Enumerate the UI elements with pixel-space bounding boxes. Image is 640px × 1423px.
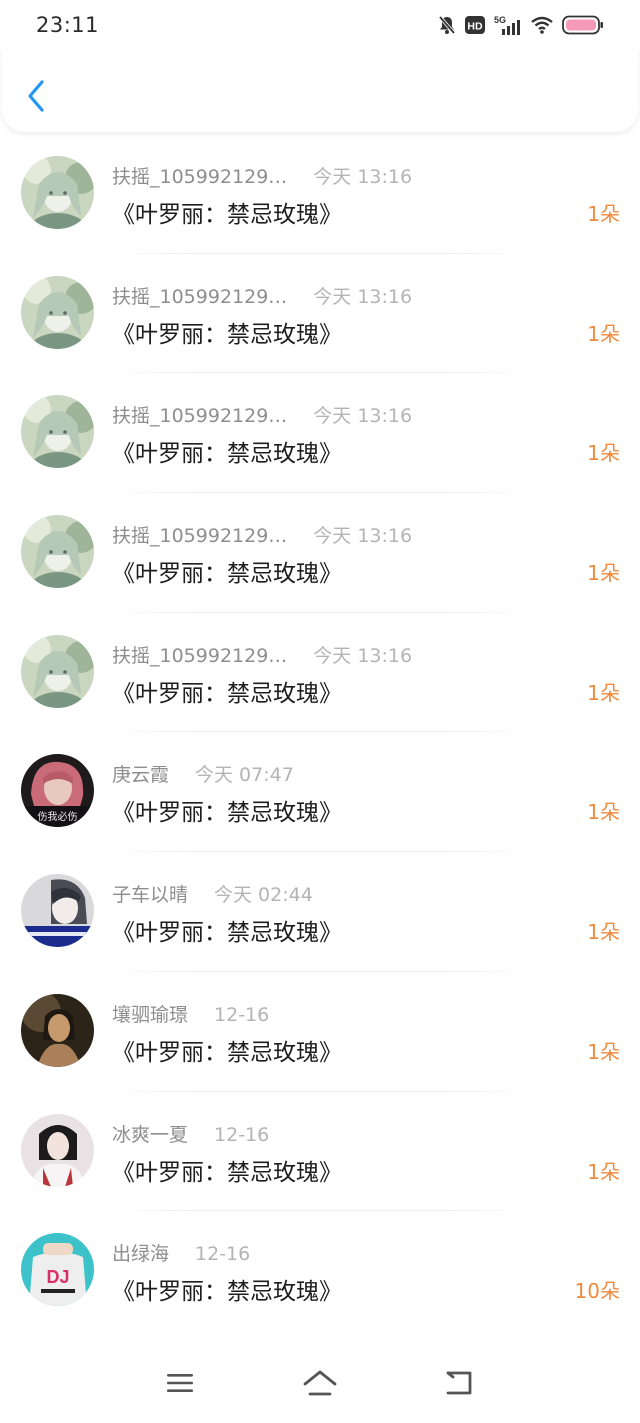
avatar[interactable]: 伤我必伤	[21, 754, 94, 828]
list-item[interactable]: 扶摇_105992129… 今天 13:16 《叶罗丽：禁忌玫瑰》 1朵	[0, 254, 640, 374]
svg-text:DJ: DJ	[46, 1267, 69, 1287]
work-title[interactable]: 《叶罗丽：禁忌玫瑰》	[112, 793, 342, 827]
hd-icon: HD	[465, 16, 485, 34]
svg-text:5G: 5G	[494, 15, 506, 25]
avatar[interactable]	[21, 634, 94, 708]
timestamp: 今天 13:16	[313, 644, 413, 667]
menu-button[interactable]	[150, 1353, 210, 1413]
username[interactable]: 扶摇_105992129…	[112, 521, 287, 548]
list-item[interactable]: 伤我必伤 庚云霞 今天 07:47 《叶罗丽：禁忌玫瑰》 1朵	[0, 732, 640, 853]
record-meta: 壤驷瑜璟 12-16	[112, 1000, 269, 1027]
back-icon	[446, 1371, 472, 1395]
timestamp: 今天 07:47	[195, 764, 294, 787]
flower-count: 1朵	[587, 561, 620, 586]
system-nav-bar	[0, 1343, 640, 1423]
home-icon	[303, 1370, 337, 1396]
flower-count: 1朵	[587, 1039, 620, 1064]
username[interactable]: 庚云霞	[112, 760, 169, 787]
status-icons: HD 5G	[438, 15, 604, 35]
home-button[interactable]	[290, 1353, 350, 1413]
gift-record-list: 扶摇_105992129… 今天 13:16 《叶罗丽：禁忌玫瑰》 1朵 扶摇_…	[0, 134, 640, 1331]
work-title[interactable]: 《叶罗丽：禁忌玫瑰》	[112, 554, 342, 588]
gift-record-screen: 23:11 HD 5G 扶摇_105992129… 今天 13:16 《叶罗丽：…	[0, 0, 640, 1423]
username[interactable]: 冰爽一夏	[112, 1120, 188, 1147]
flower-count: 1朵	[587, 441, 620, 466]
5g-signal-icon: 5G	[494, 15, 522, 35]
record-meta: 子车以晴 今天 02:44	[112, 880, 313, 907]
username[interactable]: 壤驷瑜璟	[112, 1000, 188, 1027]
chevron-left-icon	[28, 80, 44, 112]
flower-count: 1朵	[587, 680, 620, 705]
list-item[interactable]: 子车以晴 今天 02:44 《叶罗丽：禁忌玫瑰》 1朵	[0, 852, 640, 972]
svg-text:伤我必伤: 伤我必伤	[38, 810, 78, 823]
avatar[interactable]	[21, 275, 94, 349]
mute-bell-icon	[438, 15, 456, 35]
record-meta: 冰爽一夏 12-16	[112, 1120, 269, 1147]
status-time: 23:11	[36, 13, 100, 37]
avatar[interactable]	[21, 395, 94, 469]
work-title[interactable]: 《叶罗丽：禁忌玫瑰》	[112, 195, 342, 229]
work-title[interactable]: 《叶罗丽：禁忌玫瑰》	[112, 1153, 342, 1187]
timestamp: 今天 13:16	[313, 285, 413, 308]
work-title[interactable]: 《叶罗丽：禁忌玫瑰》	[112, 913, 342, 947]
flower-count: 10朵	[574, 1279, 620, 1304]
avatar[interactable]	[21, 1113, 94, 1187]
record-meta: 扶摇_105992129… 今天 13:16	[112, 162, 412, 189]
avatar[interactable]	[21, 874, 94, 948]
username[interactable]: 出绿海	[112, 1239, 169, 1266]
record-meta: 出绿海 12-16	[112, 1239, 250, 1266]
username[interactable]: 子车以晴	[112, 880, 188, 907]
work-title[interactable]: 《叶罗丽：禁忌玫瑰》	[112, 674, 342, 708]
list-item[interactable]: 冰爽一夏 12-16 《叶罗丽：禁忌玫瑰》 1朵	[0, 1092, 640, 1212]
app-header	[2, 50, 638, 132]
list-item[interactable]: DJ 出绿海 12-16 《叶罗丽：禁忌玫瑰》 10朵	[0, 1211, 640, 1331]
timestamp: 今天 13:16	[313, 405, 413, 428]
work-title[interactable]: 《叶罗丽：禁忌玫瑰》	[112, 315, 342, 349]
timestamp: 12-16	[214, 1123, 270, 1146]
timestamp: 12-16	[195, 1243, 251, 1266]
record-meta: 扶摇_105992129… 今天 13:16	[112, 401, 412, 428]
username[interactable]: 扶摇_105992129…	[112, 641, 287, 668]
list-item[interactable]: 壤驷瑜璟 12-16 《叶罗丽：禁忌玫瑰》 1朵	[0, 972, 640, 1092]
record-meta: 庚云霞 今天 07:47	[112, 760, 294, 787]
timestamp: 今天 13:16	[313, 525, 413, 548]
timestamp: 12-16	[214, 1003, 270, 1026]
battery-icon	[562, 15, 604, 35]
back-nav-button[interactable]	[430, 1353, 490, 1413]
record-meta: 扶摇_105992129… 今天 13:16	[112, 641, 412, 668]
back-button[interactable]	[20, 76, 52, 116]
work-title[interactable]: 《叶罗丽：禁忌玫瑰》	[112, 434, 342, 468]
flower-count: 1朵	[587, 800, 620, 825]
username[interactable]: 扶摇_105992129…	[112, 282, 287, 309]
list-item[interactable]: 扶摇_105992129… 今天 13:16 《叶罗丽：禁忌玫瑰》 1朵	[0, 134, 640, 254]
avatar[interactable]	[21, 515, 94, 589]
wifi-icon	[531, 16, 553, 34]
record-meta: 扶摇_105992129… 今天 13:16	[112, 521, 412, 548]
username[interactable]: 扶摇_105992129…	[112, 401, 287, 428]
record-meta: 扶摇_105992129… 今天 13:16	[112, 282, 412, 309]
flower-count: 1朵	[587, 202, 620, 226]
flower-count: 1朵	[587, 321, 620, 346]
timestamp: 今天 13:16	[313, 166, 413, 188]
list-item[interactable]: 扶摇_105992129… 今天 13:16 《叶罗丽：禁忌玫瑰》 1朵	[0, 493, 640, 613]
avatar[interactable]: DJ	[21, 1233, 94, 1307]
flower-count: 1朵	[587, 1159, 620, 1184]
list-item[interactable]: 扶摇_105992129… 今天 13:16 《叶罗丽：禁忌玫瑰》 1朵	[0, 373, 640, 494]
menu-icon	[167, 1374, 193, 1392]
timestamp: 今天 02:44	[214, 884, 313, 907]
avatar[interactable]	[21, 156, 94, 229]
status-bar: 23:11 HD 5G	[0, 0, 640, 50]
svg-text:HD: HD	[467, 21, 483, 33]
work-title[interactable]: 《叶罗丽：禁忌玫瑰》	[112, 1272, 342, 1306]
avatar[interactable]	[21, 993, 94, 1067]
flower-count: 1朵	[587, 920, 620, 945]
username[interactable]: 扶摇_105992129…	[112, 162, 287, 189]
work-title[interactable]: 《叶罗丽：禁忌玫瑰》	[112, 1033, 342, 1067]
list-item[interactable]: 扶摇_105992129… 今天 13:16 《叶罗丽：禁忌玫瑰》 1朵	[0, 613, 640, 733]
